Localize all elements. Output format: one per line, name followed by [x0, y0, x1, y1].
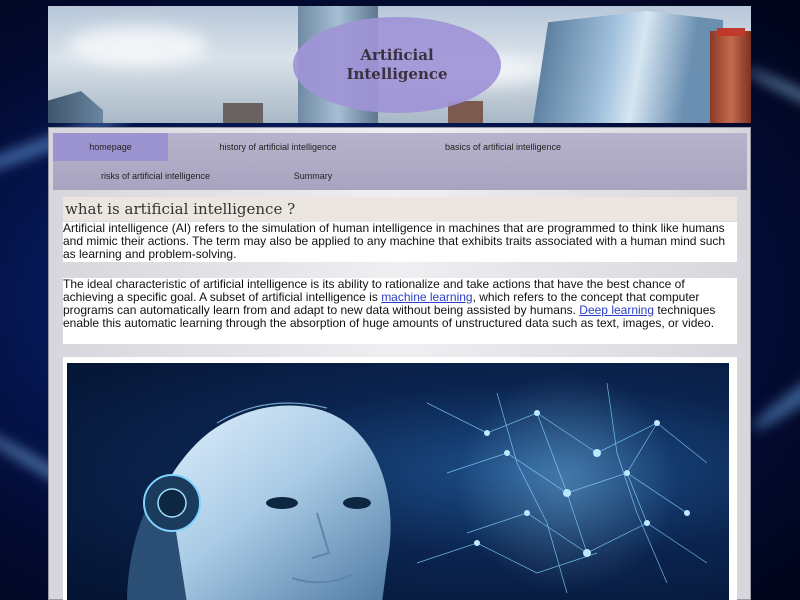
header-banner: Artificial Intelligence: [48, 6, 751, 123]
nav-item-basics[interactable]: basics of artificial intelligence: [398, 133, 608, 161]
ai-robot-image: [67, 363, 729, 600]
building: [48, 91, 103, 123]
robot-head: [127, 402, 391, 600]
deep-learning-link[interactable]: Deep learning: [579, 303, 654, 317]
building: [533, 11, 723, 123]
background-light-streak: [747, 341, 800, 437]
content-panel: homepage history of artificial intellige…: [48, 127, 751, 600]
building: [223, 103, 263, 123]
site-title-line2: Intelligence: [346, 65, 448, 83]
article-paragraph-2: The ideal characteristic of artificial i…: [63, 278, 737, 344]
page-container: Artificial Intelligence homepage history…: [48, 6, 752, 600]
hero-image-frame: [63, 357, 737, 600]
building-sign: [717, 28, 745, 36]
nav-item-homepage[interactable]: homepage: [53, 133, 168, 161]
article-paragraph-1: Artificial intelligence (AI) refers to t…: [63, 222, 737, 262]
nav-item-risks[interactable]: risks of artificial intelligence: [53, 162, 258, 190]
cloud: [68, 26, 208, 66]
building: [710, 31, 751, 123]
site-title-line1: Artificial: [360, 46, 434, 64]
article-heading: what is artificial intelligence ?: [65, 200, 296, 218]
article-heading-bar: what is artificial intelligence ?: [63, 197, 737, 221]
machine-learning-link[interactable]: machine learning: [381, 290, 472, 304]
nav-item-summary[interactable]: Summary: [263, 162, 363, 190]
ai-robot-brain-illustration: [127, 373, 708, 600]
main-navigation: homepage history of artificial intellige…: [53, 133, 747, 190]
brain-glow: [457, 373, 677, 593]
site-title-badge: Artificial Intelligence: [293, 17, 501, 113]
nav-item-history[interactable]: history of artificial intelligence: [173, 133, 383, 161]
